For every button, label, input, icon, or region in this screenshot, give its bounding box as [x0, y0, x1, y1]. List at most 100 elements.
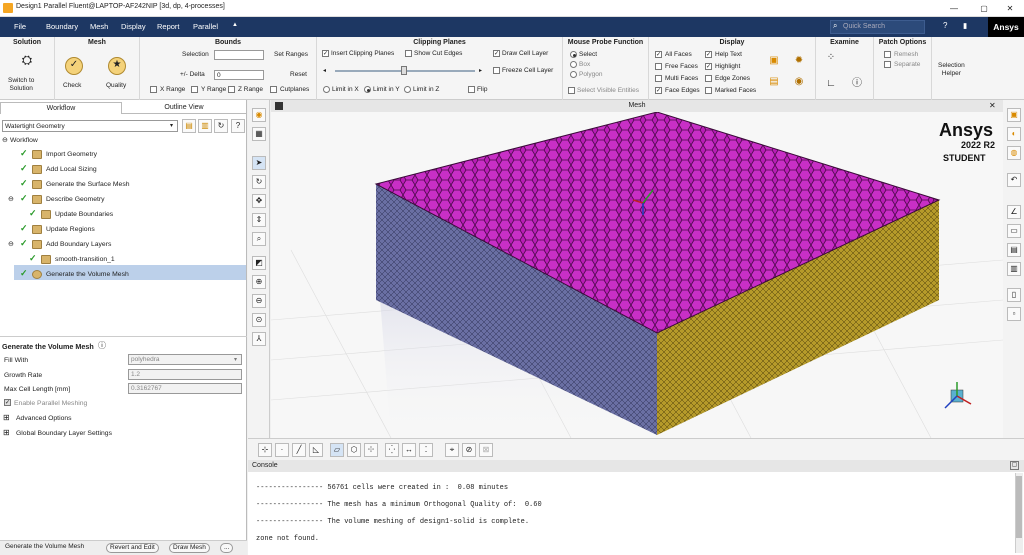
selection-input[interactable] [214, 50, 264, 60]
console-scroll-thumb[interactable] [1016, 476, 1022, 538]
tree-collapse-icon[interactable]: ⊖ [2, 136, 8, 144]
check-button[interactable]: Check [63, 82, 81, 89]
flip-checkbox[interactable] [468, 86, 475, 93]
task-add-boundary-layers[interactable]: Add Boundary Layers [46, 241, 111, 248]
views-icon[interactable]: ▦ [252, 127, 266, 141]
table-icon[interactable]: ▥ [1007, 262, 1021, 276]
view-fit-icon[interactable]: ◉ [252, 108, 266, 122]
chevron-down-icon[interactable]: ▾ [170, 122, 173, 129]
freeze-cell-layer-checkbox[interactable] [493, 67, 500, 74]
menu-mesh[interactable]: Mesh [90, 22, 108, 31]
info-circle-icon[interactable]: ⓘ [850, 77, 864, 91]
lighting-icon[interactable]: ◐ [1007, 127, 1021, 141]
deselect-icon[interactable]: ⊘ [462, 443, 476, 457]
select-visible-checkbox[interactable] [568, 87, 575, 94]
draw-cell-layer-checkbox[interactable]: ✓ [493, 50, 500, 57]
measure-icon[interactable]: ∟ [824, 77, 838, 91]
minimize-button[interactable]: — [940, 2, 968, 15]
tree-collapse-icon[interactable]: ⊖ [8, 240, 14, 248]
menu-report[interactable]: Report [157, 22, 180, 31]
rubber-band-icon[interactable]: ◩ [252, 256, 266, 270]
display-icon[interactable]: ▣ [1007, 108, 1021, 122]
select-pointer-icon[interactable]: ➤ [252, 156, 266, 170]
slider-right-icon[interactable]: ▸ [479, 67, 482, 74]
global-bl-settings-toggle[interactable]: Global Boundary Layer Settings [16, 430, 112, 437]
tab-outline-view[interactable]: Outline View [123, 102, 245, 114]
workflow-refresh-icon[interactable]: ↻ [214, 119, 228, 133]
face-select-icon[interactable]: ◺ [309, 443, 323, 457]
select-radio[interactable] [570, 51, 577, 58]
y-range-checkbox[interactable] [191, 86, 198, 93]
undo-icon[interactable]: ↶ [1007, 173, 1021, 187]
menu-file[interactable]: File [14, 22, 26, 31]
reset-button[interactable]: Reset [290, 71, 307, 78]
menu-boundary[interactable]: Boundary [46, 22, 78, 31]
tree-collapse-icon[interactable]: ⊖ [8, 195, 14, 203]
collapse-ribbon-icon[interactable]: ▲ [232, 22, 238, 28]
fit-window-icon[interactable]: ⊙ [252, 313, 266, 327]
tab-workflow[interactable]: Workflow [0, 102, 122, 114]
task-add-local-sizing[interactable]: Add Local Sizing [46, 166, 97, 173]
face-edges-checkbox[interactable]: ✓ [655, 87, 662, 94]
max-cell-length-input[interactable]: 0.3162767 [128, 383, 242, 394]
highlight-checkbox[interactable]: ✓ [705, 63, 712, 70]
info-icon[interactable]: ▮ [963, 21, 967, 30]
remesh-checkbox[interactable] [884, 51, 891, 58]
delta-input[interactable]: 0 [214, 70, 264, 80]
console-maximize-icon[interactable]: ▢ [1010, 461, 1019, 470]
growth-rate-input[interactable]: 1.2 [128, 369, 242, 380]
mesh-viewport[interactable]: Ansys 2022 R2 STUDENT [271, 100, 1003, 438]
task-import-geometry[interactable]: Import Geometry [46, 151, 97, 158]
menu-parallel[interactable]: Parallel [193, 22, 218, 31]
task-smooth-transition[interactable]: smooth-transition_1 [55, 256, 115, 263]
report-icon[interactable]: ▤ [1007, 243, 1021, 257]
fill-with-select[interactable]: polyhedra [128, 354, 242, 365]
task-update-regions[interactable]: Update Regions [46, 226, 95, 233]
clipping-slider-handle[interactable] [401, 66, 407, 75]
panel-layout-icon[interactable]: ▯ [1007, 288, 1021, 302]
probe-select-icon[interactable]: ⌖ [445, 443, 459, 457]
free-faces-checkbox[interactable] [655, 63, 662, 70]
revert-edit-button[interactable]: Revert and Edit [106, 543, 159, 553]
edge-select-icon[interactable]: ╱ [292, 443, 306, 457]
cell-select-icon[interactable]: ⬡ [347, 443, 361, 457]
viewport-close-icon[interactable]: ✕ [989, 100, 996, 112]
position-select-icon[interactable]: ↔ [402, 443, 416, 457]
tree-root-label[interactable]: Workflow [10, 137, 38, 144]
set-ranges-button[interactable]: Set Ranges [274, 51, 308, 58]
cutplanes-checkbox[interactable] [270, 86, 277, 93]
point-select-icon[interactable]: · [275, 443, 289, 457]
limit-x-radio[interactable] [323, 86, 330, 93]
object-select-icon[interactable]: ✣ [364, 443, 378, 457]
box-radio[interactable] [570, 61, 577, 68]
zoom-icon[interactable]: ⌕ [252, 232, 266, 246]
colors-icon[interactable]: ▤ [767, 75, 781, 89]
viewport-menu-icon[interactable] [275, 102, 283, 110]
expand-icon[interactable]: ⊞ [3, 428, 10, 437]
draw-mesh-button[interactable]: Draw Mesh [169, 543, 210, 553]
workflow-help-icon[interactable]: ? [231, 119, 245, 133]
zone-select-icon[interactable]: ▱ [330, 443, 344, 457]
display-options-icon[interactable]: ▣ [767, 54, 781, 68]
select-filter-icon[interactable]: ⊹ [258, 443, 272, 457]
chevron-down-icon[interactable]: ▾ [234, 356, 237, 363]
selection-helper-button[interactable]: Selection Helper [938, 62, 965, 78]
zoom-out-icon[interactable]: ⊖ [252, 294, 266, 308]
probe-points-icon[interactable]: ⁘ [824, 51, 838, 65]
zoom-in-out-icon[interactable]: ⇕ [252, 213, 266, 227]
mesh-graphics[interactable] [271, 100, 1003, 438]
axes-icon[interactable]: ⅄ [252, 332, 266, 346]
separate-checkbox[interactable] [884, 61, 891, 68]
switch-solution-icon[interactable]: ⛭ [20, 53, 34, 67]
task-help-icon[interactable]: ⓘ [98, 340, 106, 351]
shading-icon[interactable]: ◍ [1007, 146, 1021, 160]
edge-zones-checkbox[interactable] [705, 75, 712, 82]
workflow-select[interactable]: Watertight Geometry [2, 120, 178, 132]
zoom-box-icon[interactable]: ⊕ [252, 275, 266, 289]
node-select-icon[interactable]: ⁛ [385, 443, 399, 457]
task-describe-geometry[interactable]: Describe Geometry [46, 196, 105, 203]
menu-display[interactable]: Display [121, 22, 146, 31]
maximize-button[interactable]: ▢ [970, 2, 998, 15]
limit-y-radio[interactable] [364, 86, 371, 93]
clear-select-icon[interactable]: ⊠ [479, 443, 493, 457]
